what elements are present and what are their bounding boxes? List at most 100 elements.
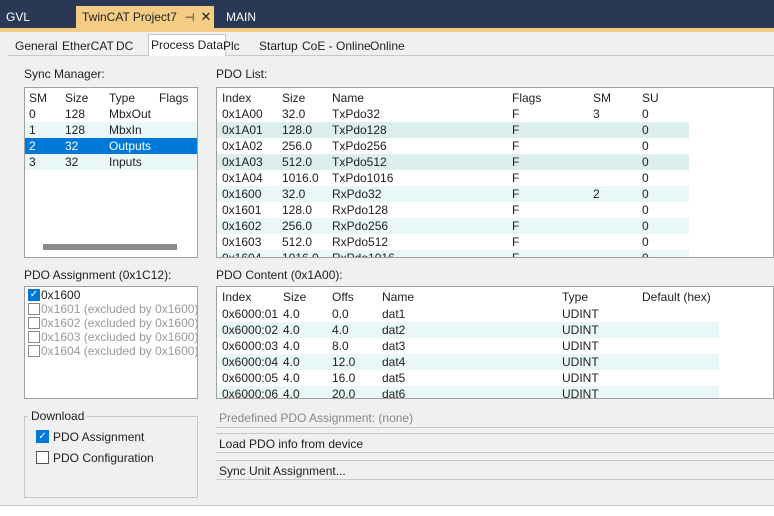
table-cell: 0x1A00 [222,107,263,121]
pdo-content-list[interactable]: Index Size Offs Name Type Default (hex) … [216,286,774,399]
table-cell: 4.0 [283,387,300,399]
tab-general[interactable]: General [15,37,58,55]
table-cell: F [512,235,520,249]
table-cell: 0 [642,155,649,169]
table-row[interactable]: 0 128 MbxOut [25,106,197,122]
pdo-assignment-checkbox[interactable]: ✓ [36,430,49,443]
column-header[interactable]: Name [382,289,414,305]
table-cell: 4.0 [332,323,349,337]
column-header[interactable]: SM [593,90,611,106]
table-cell: 3 [29,155,36,169]
table-cell: 20.0 [332,387,356,399]
pdo-configuration-checkbox-label[interactable]: PDO Configuration [53,451,154,465]
table-row[interactable]: 0x1A03 512.0 TxPdo512 F 0 [217,154,689,170]
table-row[interactable]: 0x6000:06 4.0 20.0 dat6 UDINT [217,386,719,399]
table-row[interactable]: 0x1603 512.0 RxPdo512 F 0 [217,234,689,250]
table-cell: 1 [29,123,36,137]
column-header[interactable]: Type [562,289,588,305]
tab-online[interactable]: Online [370,37,405,55]
doc-tab-twincat-project[interactable]: TwinCAT Project7 ⊣ ✕ [76,6,214,28]
horizontal-scrollbar[interactable] [43,244,177,250]
pdo-list-label: PDO List: [216,67,268,81]
assignment-item-label: 0x1602 (excluded by 0x1600) [41,316,198,330]
table-cell: 32 [65,155,79,169]
tab-dc[interactable]: DC [116,37,133,55]
table-cell: 0x1603 [222,235,262,249]
tab-process-data[interactable]: Process Data [148,34,227,56]
table-row[interactable]: 0x1A00 32.0 TxPdo32 F 3 0 [217,106,689,122]
column-header[interactable]: Offs [332,289,354,305]
pin-icon[interactable]: ⊣ [185,12,195,24]
table-row[interactable]: 0x6000:02 4.0 4.0 dat2 UDINT [217,322,719,338]
table-cell: 0x1601 [222,203,262,217]
table-cell: 512.0 [282,235,313,249]
column-header[interactable]: Size [65,90,88,106]
column-header[interactable]: Size [283,289,306,305]
table-row[interactable]: 0x1A01 128.0 TxPdo128 F 0 [217,122,689,138]
checkbox[interactable] [28,331,40,343]
table-row[interactable]: 0x6000:05 4.0 16.0 dat5 UDINT [217,370,719,386]
table-cell: UDINT [562,307,599,321]
column-header[interactable]: Type [109,90,135,106]
column-header[interactable]: Index [222,289,251,305]
table-cell: 4.0 [283,355,300,369]
table-row[interactable]: 3 32 Inputs [25,154,197,170]
load-pdo-info-button[interactable]: Load PDO info from device [216,433,774,453]
column-header[interactable]: SU [642,90,659,106]
table-cell: RxPdo1016 [332,251,395,258]
sync-unit-assignment-button[interactable]: Sync Unit Assignment... [216,460,774,480]
table-row[interactable]: 0x1600 32.0 RxPdo32 F 2 0 [217,186,689,202]
pdo-configuration-checkbox[interactable] [36,451,49,464]
doc-tab-gvl[interactable]: GVL [0,6,76,28]
column-header[interactable]: SM [29,90,47,106]
pdo-list[interactable]: Index Size Name Flags SM SU 0x1A00 32.0 … [216,87,774,258]
table-cell: dat2 [382,323,406,337]
document-tab-strip: GVL TwinCAT Project7 ⊣ ✕ MAIN [0,0,774,28]
tab-coe-online[interactable]: CoE - Online [302,37,371,55]
table-cell: 0 [642,139,649,153]
table-cell: RxPdo256 [332,219,389,233]
table-cell: UDINT [562,323,599,337]
column-header[interactable]: Flags [159,90,188,106]
tab-plc[interactable]: Plc [223,37,240,55]
table-row[interactable]: 0x1602 256.0 RxPdo256 F 0 [217,218,689,234]
column-header[interactable]: Default (hex) [642,289,711,305]
sync-manager-list[interactable]: SM Size Type Flags 0 128 MbxOut 1 128 Mb… [24,87,198,258]
table-cell: F [512,219,520,233]
checkbox-checked[interactable]: ✓ [28,289,40,301]
pdo-assignment-checkbox-label[interactable]: PDO Assignment [53,430,144,444]
close-icon[interactable]: ✕ [201,9,212,24]
table-cell: 0x1A03 [222,155,263,169]
table-cell: 2 [29,139,36,153]
doc-tab-main[interactable]: MAIN [220,6,280,28]
table-row-selected[interactable]: 2 32 Outputs [25,138,197,154]
tab-ethercat[interactable]: EtherCAT [62,37,114,55]
tab-startup[interactable]: Startup [259,37,298,55]
table-row[interactable]: 0x1604 1016.0 RxPdo1016 F 0 [217,250,689,258]
table-cell: 128 [65,123,86,137]
table-cell: F [512,251,520,258]
table-cell: 0x1A01 [222,123,263,137]
pdo-assignment-list[interactable]: ✓ 0x1600 0x1601 (excluded by 0x1600) 0x1… [24,286,198,399]
table-row[interactable]: 1 128 MbxIn [25,122,197,138]
column-header[interactable]: Index [222,90,251,106]
table-row[interactable]: 0x6000:04 4.0 12.0 dat4 UDINT [217,354,719,370]
sync-manager-header: SM Size Type Flags [25,90,197,106]
table-row[interactable]: 0x1A04 1016.0 TxPdo1016 F 0 [217,170,689,186]
column-header[interactable]: Size [282,90,305,106]
table-cell: 0x6000:02 [222,323,279,337]
checkbox[interactable] [28,317,40,329]
table-cell: 0 [642,187,649,201]
table-row[interactable]: 0x1A02 256.0 TxPdo256 F 0 [217,138,689,154]
column-header[interactable]: Flags [512,90,541,106]
checkbox[interactable] [28,303,40,315]
checkbox[interactable] [28,345,40,357]
table-cell: TxPdo256 [332,139,387,153]
column-header[interactable]: Name [332,90,364,106]
table-cell: 256.0 [282,219,313,233]
table-cell: 1016.0 [282,171,319,185]
table-row[interactable]: 0x6000:03 4.0 8.0 dat3 UDINT [217,338,719,354]
table-row[interactable]: 0x1601 128.0 RxPdo128 F 0 [217,202,689,218]
table-cell: TxPdo128 [332,123,387,137]
table-row[interactable]: 0x6000:01 4.0 0.0 dat1 UDINT [217,306,719,322]
